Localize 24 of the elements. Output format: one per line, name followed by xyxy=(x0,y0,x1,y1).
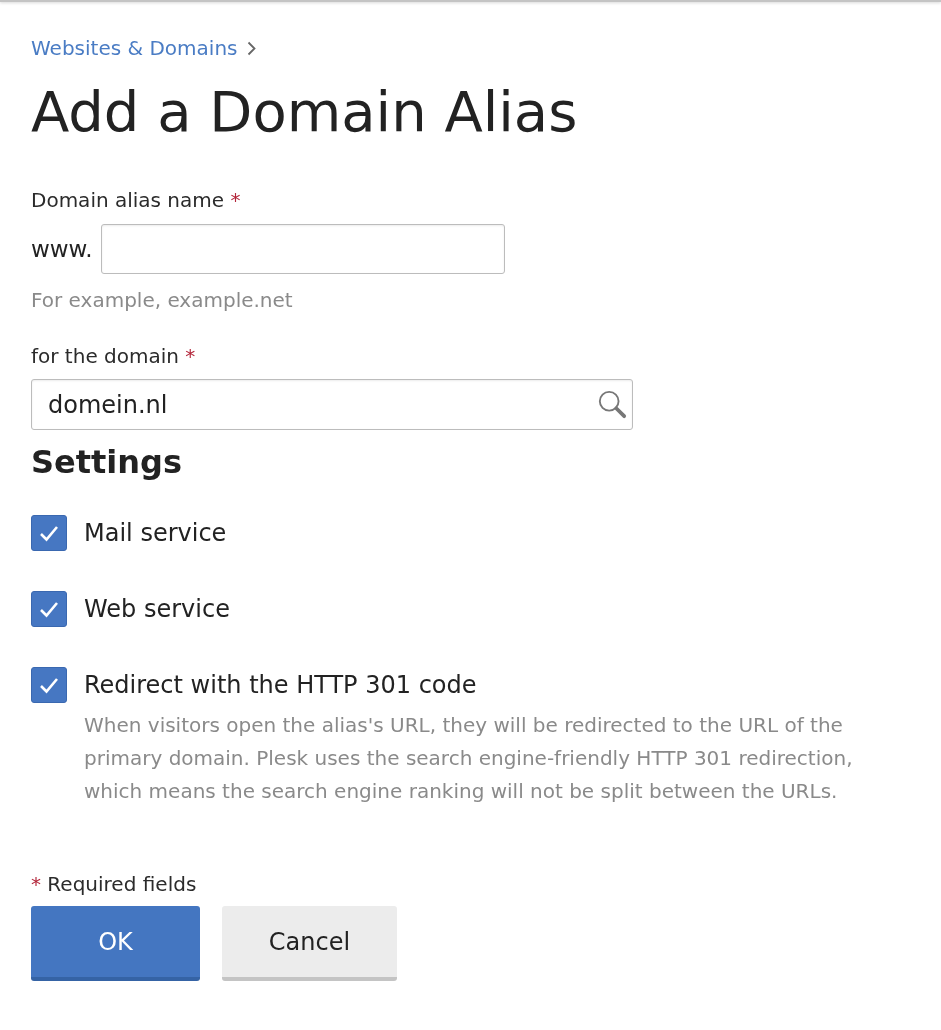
check-icon xyxy=(39,676,59,694)
ok-button[interactable]: OK xyxy=(31,906,200,981)
breadcrumb-link[interactable]: Websites & Domains xyxy=(31,34,238,62)
hint-text: For example, example.net xyxy=(31,288,293,312)
checkbox[interactable] xyxy=(31,591,67,627)
required-note: * Required fields xyxy=(31,871,197,897)
checkbox[interactable] xyxy=(31,515,67,551)
cancel-button[interactable]: Cancel xyxy=(222,906,397,981)
option-label: Redirect with the HTTP 301 code xyxy=(84,670,477,700)
option-label: Mail service xyxy=(84,518,227,548)
field-label: Domain alias name * xyxy=(31,187,241,213)
domain-search-field[interactable]: domein.nl xyxy=(31,379,633,430)
option-label: Web service xyxy=(84,594,230,624)
prefix-label: www. xyxy=(31,235,93,264)
check-icon xyxy=(39,600,59,618)
field-label: for the domain * xyxy=(31,343,196,369)
chevron-right-icon xyxy=(247,40,257,56)
page-title: Add a Domain Alias xyxy=(31,80,578,144)
search-icon[interactable] xyxy=(597,389,627,419)
section-heading: Settings xyxy=(31,442,183,482)
input-field[interactable] xyxy=(100,224,505,274)
checkbox[interactable] xyxy=(31,667,67,703)
check-icon xyxy=(39,524,59,542)
option-description: When visitors open the alias's URL, they will be redirected to the URL of the primary domain. Plesk uses the search engine-friendly HTTP 301 redirection, which means the search engine ranking will not be split between the URLs. xyxy=(84,712,854,805)
